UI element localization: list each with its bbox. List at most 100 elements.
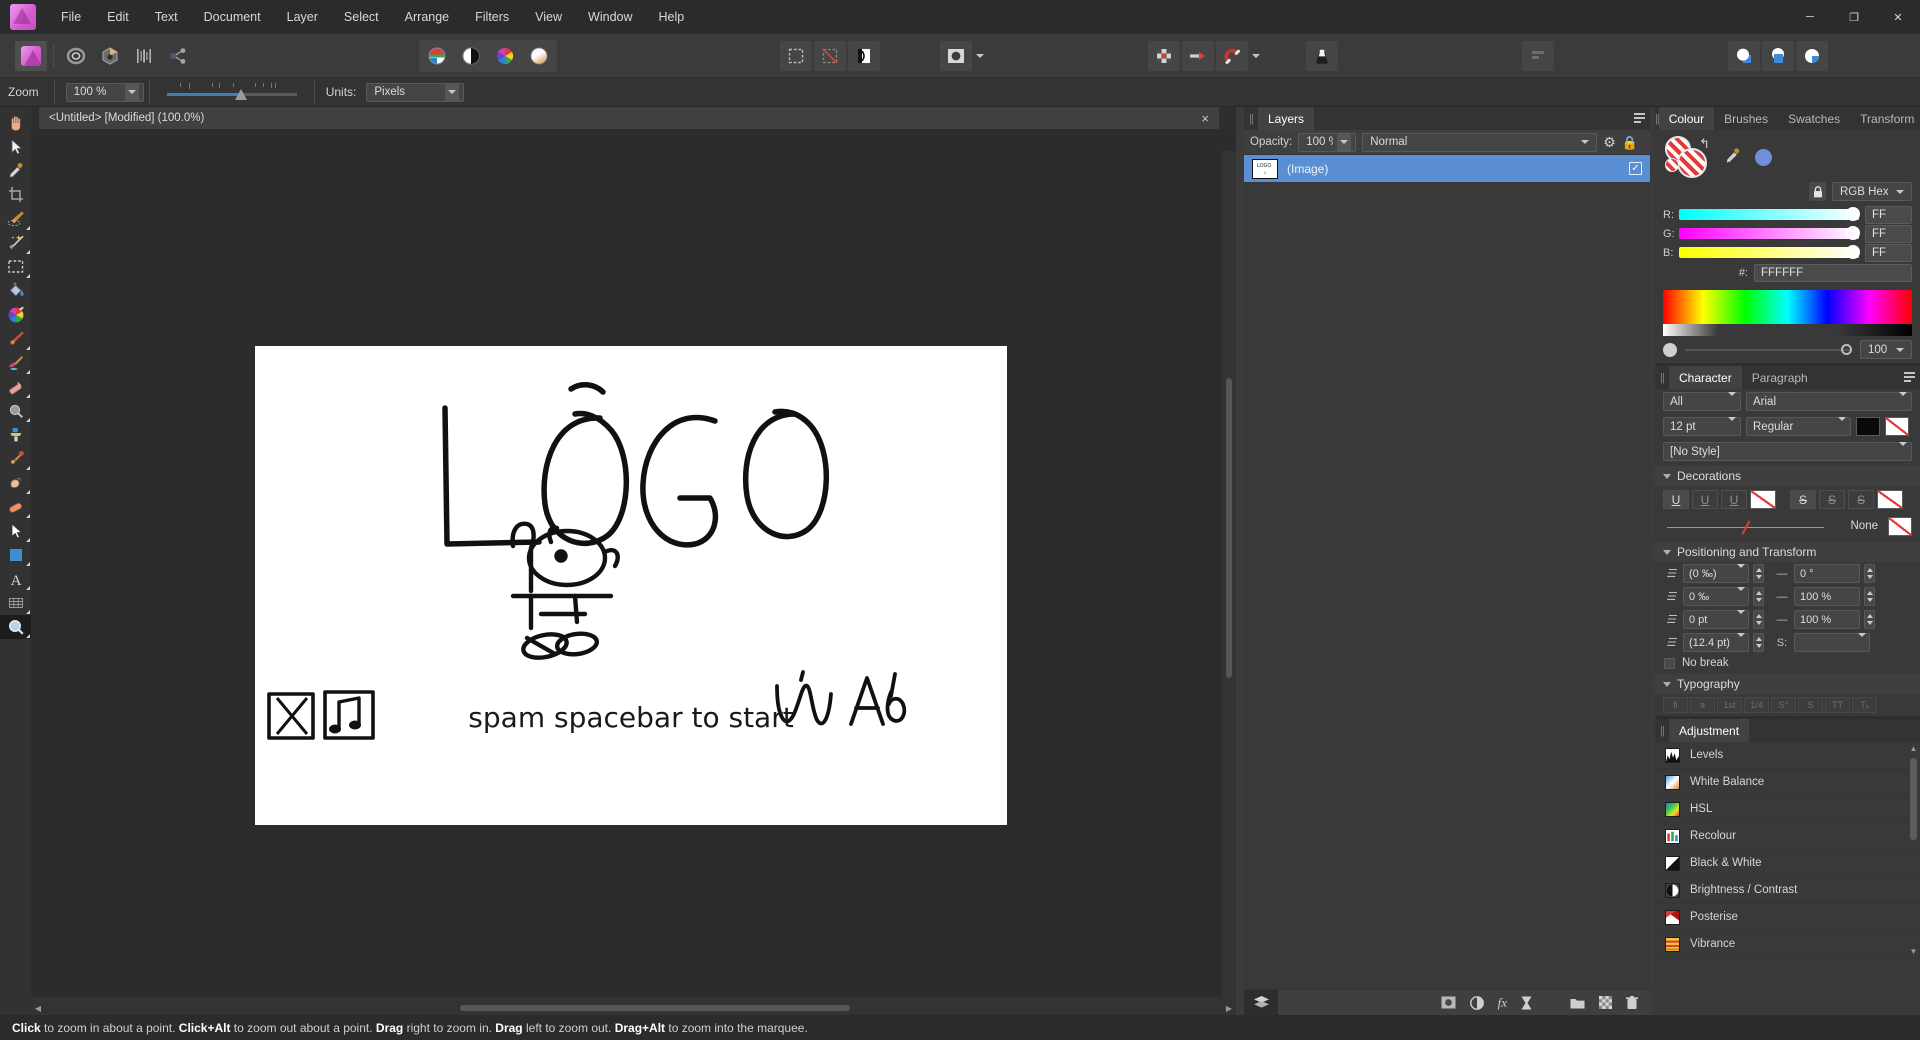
blend-mode-combo[interactable]: Normal (1362, 132, 1598, 152)
underline-word-button[interactable]: U (1692, 490, 1718, 509)
tab-transform[interactable]: Transform (1850, 107, 1920, 130)
channel-r-knob[interactable] (1846, 207, 1860, 221)
zoom-slider-thumb[interactable] (234, 89, 247, 100)
script-combo[interactable]: All (1663, 391, 1741, 411)
channel-r-slider[interactable] (1679, 207, 1860, 221)
adjustment-scroll-down-icon[interactable]: ▼ (1909, 947, 1918, 956)
blemish-tool[interactable] (0, 495, 31, 519)
underline-single-button[interactable]: U (1663, 490, 1689, 509)
decoration-line-preview[interactable]: None (1663, 518, 1880, 536)
layer-visibility-checkbox[interactable]: ✓ (1629, 162, 1642, 175)
horizontal-scale-icon-field[interactable]: 100 % (1794, 610, 1860, 629)
no-break-row[interactable]: No break (1655, 654, 1920, 672)
opacity-handle-icon[interactable] (1663, 342, 1677, 357)
foreground-colour-swatch[interactable] (1677, 148, 1707, 178)
artboard-white-canvas[interactable]: spam spacebar to start (255, 346, 1007, 825)
units-dropdown-arrow[interactable] (445, 83, 460, 101)
mask-layer-button[interactable] (1441, 996, 1456, 1009)
baseline-icon-stepper[interactable] (1753, 610, 1764, 629)
zoom-tool[interactable] (0, 615, 31, 639)
colour-picker-tool[interactable] (0, 159, 31, 183)
font-size-dropdown-arrow[interactable] (1728, 416, 1736, 433)
channel-b-value[interactable]: FF (1865, 243, 1912, 262)
font-weight-combo[interactable]: Regular (1746, 416, 1851, 436)
font-family-dropdown-arrow[interactable] (1899, 391, 1907, 408)
crop-tool[interactable] (0, 183, 31, 207)
units-combo[interactable]: Pixels (366, 82, 465, 102)
leading-icon-stepper[interactable] (1753, 633, 1764, 652)
paint-mixer-tool[interactable] (0, 351, 31, 375)
delete-layer-button[interactable] (1626, 995, 1638, 1010)
document-tab[interactable]: <Untitled> [Modified] (100.0%) × (39, 107, 1219, 129)
vertical-scale-icon-stepper[interactable] (1864, 587, 1875, 606)
menu-arrange[interactable]: Arrange (392, 0, 462, 34)
select-dashed-button[interactable] (780, 40, 812, 71)
mesh-warp-tool[interactable] (0, 591, 31, 615)
tab-character[interactable]: Character (1669, 366, 1742, 389)
live-filter-button[interactable] (1521, 996, 1532, 1010)
adjustment-scrollbar[interactable]: ▲ ▼ (1909, 744, 1918, 956)
adjustment-item-brightness-contrast[interactable]: Brightness / Contrast (1655, 877, 1920, 904)
colour-wheel-full-button[interactable] (489, 40, 521, 71)
adjustment-scroll-up-icon[interactable]: ▲ (1909, 744, 1918, 753)
style-set-dropdown-arrow[interactable] (1858, 632, 1866, 649)
adjustment-item-vibrance[interactable]: Vibrance (1655, 931, 1920, 958)
typography-button-2[interactable]: 1st (1717, 697, 1742, 713)
dodge-burn-tool[interactable] (0, 399, 31, 423)
rectangle-tool[interactable] (0, 543, 31, 567)
typography-button-3[interactable]: 1/4 (1744, 697, 1769, 713)
menu-layer[interactable]: Layer (274, 0, 331, 34)
layer-stack-button[interactable] (1244, 989, 1278, 1016)
positioning-collapse-icon[interactable] (1663, 549, 1671, 555)
leading-icon-dropdown-arrow[interactable] (1737, 632, 1745, 649)
liquify-persona-button[interactable] (60, 41, 92, 71)
no-break-checkbox[interactable] (1664, 657, 1675, 669)
colour-spectrum-shade[interactable] (1663, 324, 1912, 336)
align-front-button[interactable] (1728, 40, 1760, 71)
canvas-vscroll-thumb[interactable] (1226, 378, 1232, 678)
tab-adjustment[interactable]: Adjustment (1669, 719, 1750, 742)
vertical-scale-icon-field[interactable]: 100 % (1794, 587, 1860, 606)
font-weight-dropdown-arrow[interactable] (1838, 416, 1846, 433)
layer-lock-icon[interactable]: 🔒 (1622, 136, 1638, 149)
strikethrough-word-button[interactable]: S (1819, 490, 1845, 509)
colour-mode-dot-button[interactable] (1755, 148, 1772, 166)
gradient-tool[interactable] (0, 303, 31, 327)
canvas-hscroll-thumb[interactable] (460, 1005, 850, 1011)
new-pixel-layer-button[interactable] (1599, 996, 1612, 1009)
move-tool[interactable] (0, 135, 31, 159)
new-group-button[interactable] (1570, 997, 1585, 1009)
tab-swatches[interactable]: Swatches (1778, 107, 1850, 130)
grid-snap-button[interactable] (1148, 40, 1180, 71)
adjustment-item-posterise[interactable]: Posterise (1655, 904, 1920, 931)
layer-opacity-dropdown-arrow[interactable] (1337, 133, 1352, 151)
decorations-collapse-icon[interactable] (1663, 473, 1671, 479)
typography-section-header[interactable]: Typography (1655, 674, 1920, 694)
font-family-combo[interactable]: Arial (1746, 391, 1912, 411)
hscroll-right-arrow-icon[interactable]: ▶ (1222, 1001, 1236, 1015)
menu-edit[interactable]: Edit (94, 0, 142, 34)
channel-g-value[interactable]: FF (1865, 224, 1912, 243)
assistant-button[interactable] (1306, 40, 1338, 71)
canvas-vertical-scrollbar[interactable] (1222, 151, 1236, 997)
refine-mask-button[interactable] (848, 40, 880, 71)
zoom-dropdown-arrow[interactable] (124, 83, 139, 101)
colour-opacity-combo[interactable]: 100 % (1860, 340, 1912, 359)
swap-colours-icon[interactable]: ↰ (1699, 136, 1710, 152)
fx-layer-button[interactable]: fx (1498, 995, 1507, 1011)
kerning-icon-dropdown-arrow[interactable] (1737, 586, 1745, 603)
channel-g-knob[interactable] (1846, 226, 1860, 240)
adjustment-panel-grip-icon[interactable]: || (1655, 719, 1669, 742)
typography-button-4[interactable]: S° (1771, 697, 1796, 713)
menu-text[interactable]: Text (142, 0, 191, 34)
channel-b-slider[interactable] (1679, 245, 1860, 259)
kerning-icon-field[interactable]: 0 ‰ (1683, 586, 1749, 606)
underline-double-button[interactable]: U (1721, 490, 1747, 509)
default-colours-swatch[interactable] (1665, 158, 1679, 172)
text-style-combo[interactable]: [No Style] (1663, 441, 1912, 461)
horizontal-scale-icon-stepper[interactable] (1864, 610, 1875, 629)
arrange-panels-button[interactable] (1522, 40, 1554, 71)
kerning-icon-stepper[interactable] (1753, 587, 1764, 606)
font-size-combo[interactable]: 12 pt (1663, 416, 1741, 436)
align-pie-button[interactable] (1796, 40, 1828, 71)
